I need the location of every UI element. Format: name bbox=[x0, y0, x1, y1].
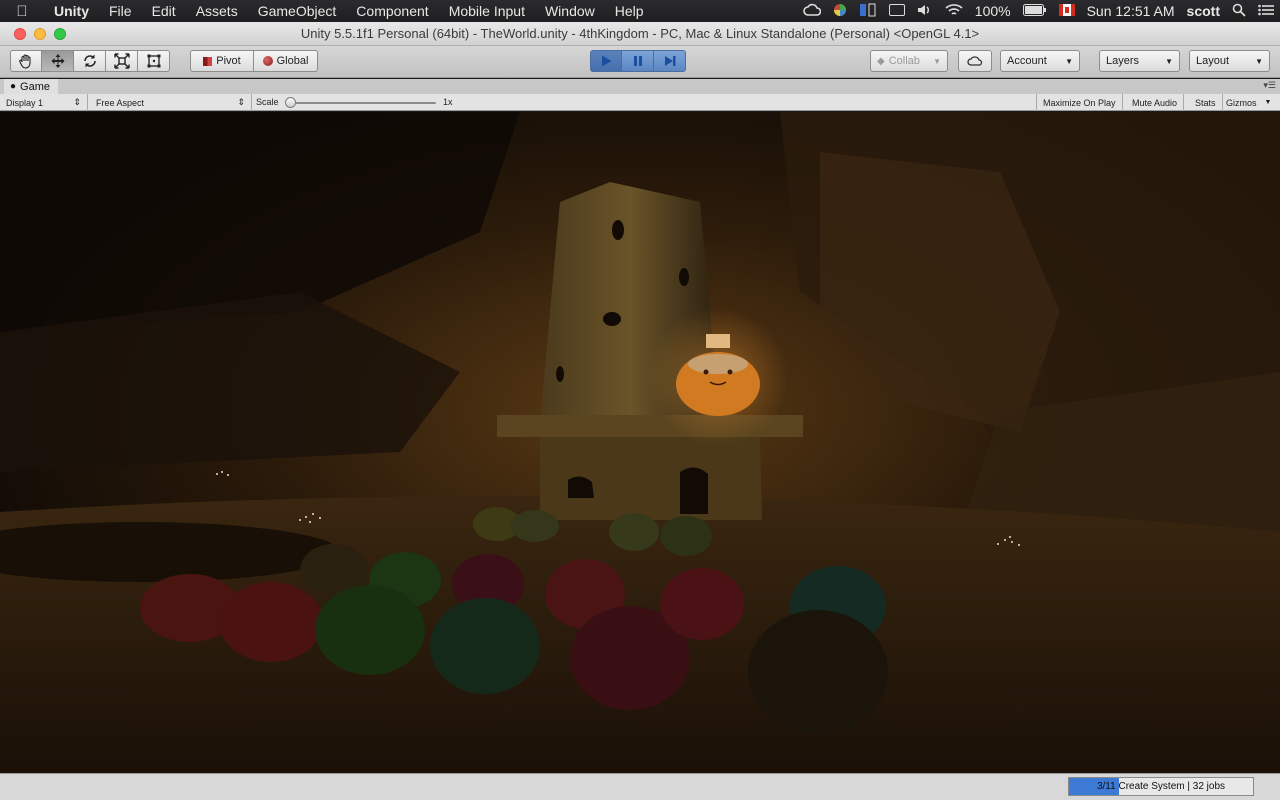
window-zoom-button[interactable] bbox=[54, 27, 66, 40]
scale-label: Scale bbox=[256, 97, 279, 107]
global-icon bbox=[262, 56, 273, 66]
scale-value: 1x bbox=[443, 97, 453, 107]
pivot-label: Pivot bbox=[216, 55, 241, 67]
move-tool-icon[interactable] bbox=[42, 50, 74, 72]
game-viewport[interactable] bbox=[0, 112, 1280, 773]
tab-game-label: Game bbox=[20, 80, 51, 93]
pivot-global-toggle: Pivot Global bbox=[190, 50, 318, 72]
window-minimize-button[interactable] bbox=[34, 27, 46, 40]
global-button[interactable]: Global bbox=[254, 50, 318, 72]
menu-window[interactable]: Window bbox=[535, 0, 605, 22]
device-icon[interactable] bbox=[859, 3, 877, 20]
cloud-services-button[interactable] bbox=[958, 50, 992, 72]
game-controller-icon: ● bbox=[10, 81, 17, 92]
chevron-down-icon: ▼ bbox=[933, 56, 941, 66]
input-source-flag-icon[interactable] bbox=[1058, 3, 1075, 19]
rect-tool-icon[interactable] bbox=[138, 50, 170, 72]
pivot-icon bbox=[203, 56, 213, 66]
pivot-button[interactable]: Pivot bbox=[190, 50, 254, 72]
menu-mobile-input[interactable]: Mobile Input bbox=[439, 0, 535, 22]
unity-toolbar: Pivot Global ◆ Collab ▼ Account ▼ Layers… bbox=[0, 46, 1280, 78]
window-close-button[interactable] bbox=[14, 27, 26, 40]
wifi-icon[interactable] bbox=[945, 3, 963, 20]
maximize-on-play-toggle[interactable]: Maximize On Play bbox=[1036, 94, 1123, 111]
color-wheel-icon[interactable] bbox=[833, 3, 847, 20]
menu-extra-icon[interactable] bbox=[888, 3, 905, 19]
mute-audio-label: Mute Audio bbox=[1132, 97, 1178, 108]
chevron-down-icon: ▼ bbox=[1264, 99, 1272, 106]
scale-slider-thumb[interactable] bbox=[285, 97, 296, 108]
gizmos-label: Gizmos bbox=[1226, 97, 1257, 108]
game-view-toolbar: Display 1 ⇕ Free Aspect ⇕ Scale 1x Maxim… bbox=[0, 94, 1280, 111]
notification-center-icon[interactable] bbox=[1258, 3, 1274, 19]
menu-component[interactable]: Component bbox=[346, 0, 438, 22]
display-dropdown[interactable]: Display 1 ⇕ bbox=[0, 94, 88, 111]
hand-tool-icon[interactable] bbox=[10, 50, 42, 72]
stats-toggle[interactable]: Stats bbox=[1189, 94, 1223, 111]
window-title-bar: Unity 5.5.1f1 Personal (64bit) - TheWorl… bbox=[0, 22, 1280, 46]
step-button[interactable] bbox=[654, 50, 686, 72]
pause-button[interactable] bbox=[622, 50, 654, 72]
progress-bar[interactable]: 3/11 Create System | 32 jobs bbox=[1068, 777, 1254, 796]
collab-label: Collab bbox=[888, 55, 920, 67]
progress-text: 3/11 Create System | 32 jobs bbox=[1096, 781, 1226, 792]
gizmos-dropdown[interactable]: Gizmos ▼ bbox=[1220, 94, 1277, 111]
account-label: Account bbox=[1007, 55, 1047, 67]
chevron-down-icon: ▼ bbox=[1165, 56, 1173, 66]
panel-tab-bar: ● Game ▾☰ bbox=[0, 79, 1280, 94]
creative-cloud-icon[interactable] bbox=[802, 3, 822, 20]
apple-logo-icon[interactable]:  bbox=[0, 3, 44, 20]
chevron-updown-icon: ⇕ bbox=[73, 97, 81, 107]
transform-tools bbox=[10, 50, 170, 72]
menubar-user[interactable]: scott bbox=[1187, 3, 1220, 19]
menu-edit[interactable]: Edit bbox=[142, 0, 186, 22]
play-button[interactable] bbox=[590, 50, 622, 72]
menu-file[interactable]: File bbox=[99, 0, 142, 22]
volume-icon[interactable] bbox=[917, 3, 933, 20]
layout-dropdown[interactable]: Layout ▼ bbox=[1189, 50, 1270, 72]
window-title: Unity 5.5.1f1 Personal (64bit) - TheWorl… bbox=[300, 26, 980, 41]
rotate-tool-icon[interactable] bbox=[74, 50, 106, 72]
menu-gameobject[interactable]: GameObject bbox=[248, 0, 347, 22]
account-dropdown[interactable]: Account ▼ bbox=[1000, 50, 1080, 72]
scale-tool-icon[interactable] bbox=[106, 50, 138, 72]
battery-icon[interactable] bbox=[1022, 3, 1047, 19]
chevron-down-icon: ▼ bbox=[1065, 56, 1073, 66]
layers-dropdown[interactable]: Layers ▼ bbox=[1099, 50, 1180, 72]
menu-assets[interactable]: Assets bbox=[186, 0, 248, 22]
maximize-on-play-label: Maximize On Play bbox=[1043, 97, 1116, 108]
scale-slider-track[interactable] bbox=[290, 102, 436, 104]
display-label: Display 1 bbox=[6, 97, 44, 108]
aspect-dropdown[interactable]: Free Aspect ⇕ bbox=[90, 94, 252, 111]
cloud-icon bbox=[967, 56, 983, 66]
mute-audio-toggle[interactable]: Mute Audio bbox=[1126, 94, 1185, 111]
game-scene bbox=[0, 112, 1280, 773]
layers-label: Layers bbox=[1106, 55, 1140, 67]
tab-game[interactable]: ● Game bbox=[4, 79, 59, 94]
chevron-down-icon: ▼ bbox=[1255, 56, 1263, 66]
aspect-label: Free Aspect bbox=[96, 97, 145, 108]
chevron-updown-icon: ⇕ bbox=[237, 97, 245, 107]
status-bar: 3/11 Create System | 32 jobs bbox=[0, 773, 1280, 800]
layout-label: Layout bbox=[1196, 55, 1230, 67]
stats-label: Stats bbox=[1195, 97, 1216, 108]
menubar-clock[interactable]: Sun 12:51 AM bbox=[1087, 3, 1175, 19]
global-label: Global bbox=[276, 55, 309, 67]
macos-menu-bar:  Unity File Edit Assets GameObject Comp… bbox=[0, 0, 1280, 22]
panel-menu-icon[interactable]: ▾☰ bbox=[1263, 80, 1276, 91]
collab-dropdown[interactable]: ◆ Collab ▼ bbox=[870, 50, 948, 72]
playback-controls bbox=[590, 50, 686, 72]
battery-percent[interactable]: 100% bbox=[975, 3, 1011, 19]
menu-unity[interactable]: Unity bbox=[44, 0, 99, 22]
spotlight-search-icon[interactable] bbox=[1232, 3, 1246, 20]
menu-help[interactable]: Help bbox=[605, 0, 654, 22]
collab-icon: ◆ bbox=[877, 55, 885, 67]
